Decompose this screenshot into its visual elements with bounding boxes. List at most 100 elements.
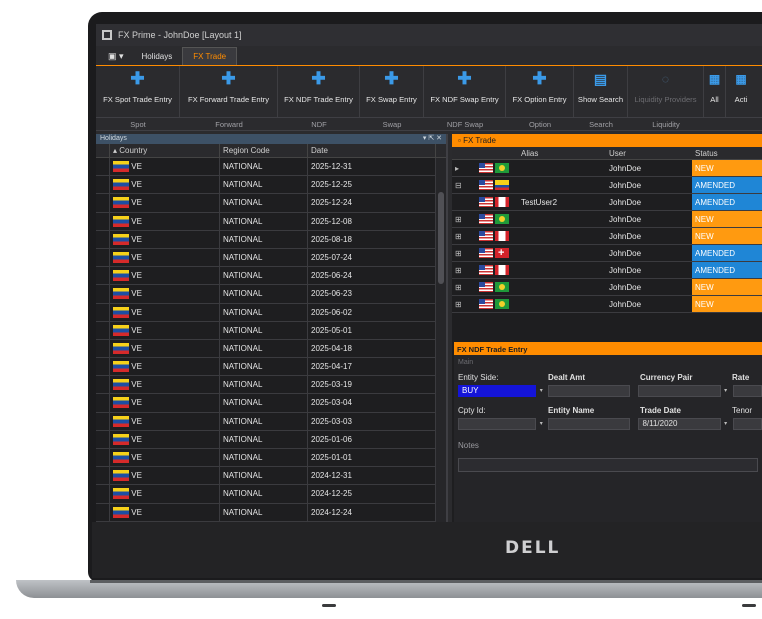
cpty-id-select[interactable] xyxy=(458,417,537,430)
table-row[interactable]: VE NATIONAL 2025-04-18 xyxy=(96,339,436,359)
expand-toggle-icon[interactable]: ⊟ xyxy=(452,177,476,193)
all-button[interactable]: ▦ All xyxy=(704,66,726,117)
table-row[interactable]: VE NATIONAL 2025-07-24 xyxy=(96,248,436,268)
fx-ndf-trade-entry-dialog: FX NDF Trade Entry Main Entity Side: Dea… xyxy=(454,342,762,522)
table-row[interactable]: VE NATIONAL 2024-12-31 xyxy=(96,467,436,486)
tenor-select[interactable] xyxy=(732,417,762,430)
region-code-cell: NATIONAL xyxy=(220,194,308,212)
alias-cell xyxy=(518,262,606,278)
expand-toggle-icon[interactable]: ⊞ xyxy=(452,245,476,261)
fx-ndf-swap-entry-button[interactable]: ✚ FX NDF Swap Entry xyxy=(424,66,506,117)
region-code-cell: NATIONAL xyxy=(220,394,308,412)
table-row[interactable]: ▸ JohnDoe NEW xyxy=(452,160,762,177)
table-row[interactable]: ⊞ JohnDoe NEW xyxy=(452,279,762,296)
column-header-region-code[interactable]: Region Code xyxy=(220,144,308,157)
chevron-down-icon[interactable]: ▾ xyxy=(536,418,546,430)
fx-ndf-trade-entry-button[interactable]: ✚ FX NDF Trade Entry xyxy=(278,66,360,117)
date-cell: 2025-04-18 xyxy=(308,339,436,358)
column-header-country[interactable]: ▴ Country xyxy=(110,144,220,157)
table-row[interactable]: ⊞ JohnDoe AMENDED xyxy=(452,262,762,279)
group-label: Option xyxy=(528,120,552,129)
dealt-amt-input[interactable] xyxy=(548,384,631,397)
country-code: VE xyxy=(131,216,142,226)
notes-textarea[interactable] xyxy=(458,458,758,472)
scrollbar-thumb[interactable] xyxy=(438,192,444,284)
table-row[interactable]: VE NATIONAL 2025-03-03 xyxy=(96,412,436,431)
expand-toggle-icon[interactable]: ▸ xyxy=(452,160,476,176)
chevron-down-icon[interactable]: ▾ xyxy=(536,385,546,397)
group-label: Search xyxy=(589,120,613,129)
table-row[interactable]: VE NATIONAL 2025-06-02 xyxy=(96,303,436,322)
country-cell: VE xyxy=(110,467,220,485)
table-row[interactable]: VE NATIONAL 2024-12-24 xyxy=(96,503,436,522)
table-row[interactable]: VE NATIONAL 2025-12-08 xyxy=(96,212,436,231)
liquidity-providers-button[interactable]: ◌ Liquidity Providers xyxy=(628,66,704,117)
chevron-down-icon[interactable]: ▾ xyxy=(721,385,731,397)
status-badge: NEW xyxy=(692,296,762,312)
table-row[interactable]: VE NATIONAL 2025-06-23 xyxy=(96,285,436,304)
region-code-cell: NATIONAL xyxy=(220,449,308,467)
table-row[interactable]: VE NATIONAL 2024-12-25 xyxy=(96,485,436,504)
ca-flag-icon xyxy=(495,231,509,241)
table-row[interactable]: VE NATIONAL 2025-12-31 xyxy=(96,158,436,177)
expand-toggle-icon[interactable]: ⊞ xyxy=(452,228,476,244)
fx-spot-trade-entry-button[interactable]: ✚ FX Spot Trade Entry xyxy=(96,66,180,117)
plus-icon: ✚ xyxy=(311,69,326,88)
laptop-foot xyxy=(742,604,756,607)
cpty-id-label: Cpty Id: xyxy=(458,405,486,415)
region-code-cell: NATIONAL xyxy=(220,430,308,448)
row-indicator xyxy=(96,467,110,485)
app-icon xyxy=(102,30,112,40)
tab-fx-trade[interactable]: FX Trade xyxy=(182,47,238,65)
region-code-cell: NATIONAL xyxy=(220,230,308,248)
currency-pair-select[interactable] xyxy=(638,384,721,397)
user-cell: JohnDoe xyxy=(609,232,642,241)
active-button[interactable]: ▦ Acti xyxy=(726,66,756,117)
window-title: FX Prime - JohnDoe [Layout 1] xyxy=(118,30,242,40)
country-cell: VE xyxy=(110,212,220,230)
table-row[interactable]: VE NATIONAL 2025-08-18 xyxy=(96,230,436,249)
expand-toggle-icon[interactable] xyxy=(452,194,476,210)
table-row[interactable]: TestUser2 JohnDoe AMENDED xyxy=(452,194,762,211)
table-row[interactable]: ⊞ JohnDoe NEW xyxy=(452,228,762,245)
table-row[interactable]: ⊞ JohnDoe NEW xyxy=(452,296,762,313)
rate-input[interactable] xyxy=(732,384,762,397)
column-header-alias[interactable]: Alias xyxy=(518,147,606,159)
fx-swap-entry-button[interactable]: ✚ FX Swap Entry xyxy=(360,66,424,117)
tab-holidays[interactable]: Holidays xyxy=(132,48,183,65)
country-cell: VE xyxy=(110,176,220,194)
table-row[interactable]: VE NATIONAL 2025-03-19 xyxy=(96,376,436,395)
menu-dropdown-icon[interactable]: ▣ ▾ xyxy=(100,48,132,65)
region-code-cell: NATIONAL xyxy=(220,503,308,521)
country-cell: VE xyxy=(110,376,220,394)
fx-forward-trade-entry-button[interactable]: ✚ FX Forward Trade Entry xyxy=(180,66,278,117)
chevron-down-icon[interactable]: ▾ xyxy=(721,418,731,430)
expand-toggle-icon[interactable]: ⊞ xyxy=(452,262,476,278)
region-code-cell: NATIONAL xyxy=(220,158,308,176)
column-header-user[interactable]: User xyxy=(606,147,692,159)
table-row[interactable]: VE NATIONAL 2025-01-06 xyxy=(96,430,436,449)
table-row[interactable]: ⊞ JohnDoe NEW xyxy=(452,211,762,228)
show-search-button[interactable]: ▤ Show Search xyxy=(574,66,628,117)
expand-toggle-icon[interactable]: ⊞ xyxy=(452,296,476,312)
table-row[interactable]: VE NATIONAL 2025-04-17 xyxy=(96,358,436,377)
table-row[interactable]: VE NATIONAL 2025-05-01 xyxy=(96,321,436,340)
expand-toggle-icon[interactable]: ⊞ xyxy=(452,279,476,295)
table-row[interactable]: ⊟ JohnDoe AMENDED xyxy=(452,177,762,194)
country-code: VE xyxy=(131,180,142,190)
expand-toggle-icon[interactable]: ⊞ xyxy=(452,211,476,227)
table-row[interactable]: ⊞ JohnDoe AMENDED xyxy=(452,245,762,262)
table-row[interactable]: VE NATIONAL 2025-06-24 xyxy=(96,267,436,286)
table-row[interactable]: VE NATIONAL 2025-01-01 xyxy=(96,449,436,468)
table-row[interactable]: VE NATIONAL 2025-12-24 xyxy=(96,194,436,213)
trade-date-picker[interactable]: 8/11/2020 xyxy=(638,417,721,430)
fx-option-entry-button[interactable]: ✚ FX Option Entry xyxy=(506,66,574,117)
table-row[interactable]: VE NATIONAL 2025-12-25 xyxy=(96,176,436,195)
column-header-status[interactable]: Status xyxy=(692,147,762,159)
table-row[interactable]: VE NATIONAL 2025-03-04 xyxy=(96,394,436,413)
panel-controls-icon[interactable]: ▾ ⇱ ✕ xyxy=(423,134,442,144)
entity-name-input[interactable] xyxy=(548,417,631,430)
holidays-scrollbar[interactable] xyxy=(436,158,446,522)
column-header-date[interactable]: Date xyxy=(308,144,436,157)
entity-side-select[interactable]: BUY xyxy=(458,384,537,397)
